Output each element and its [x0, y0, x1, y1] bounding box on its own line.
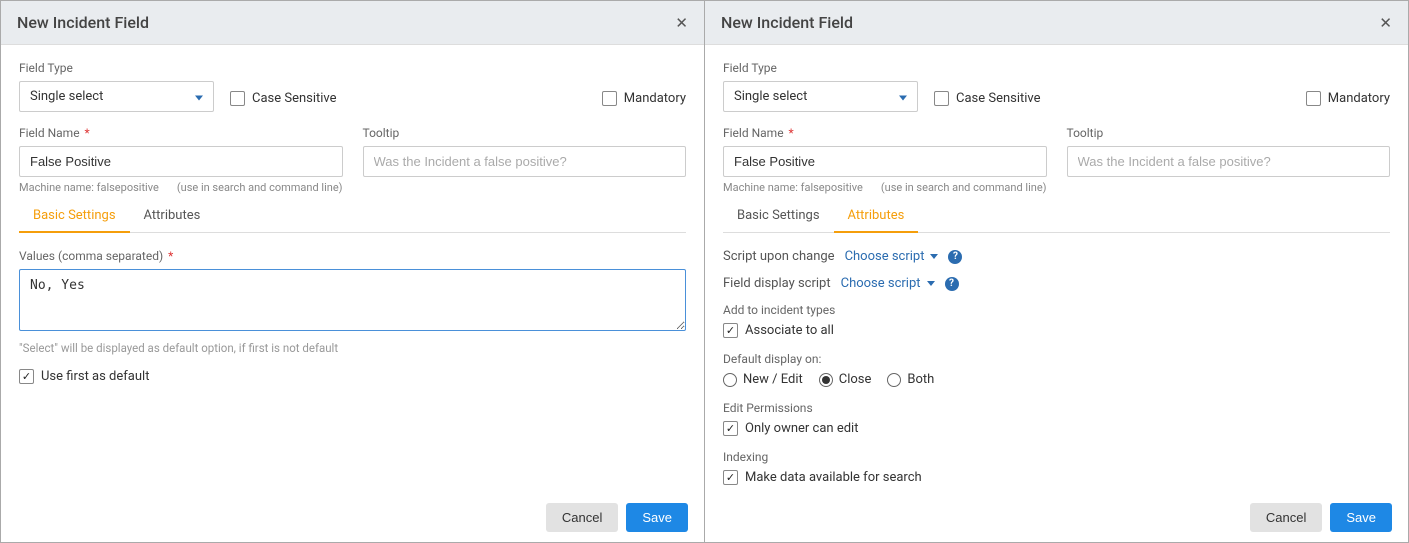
dialog-title: New Incident Field [721, 13, 853, 32]
field-type-select[interactable]: Single select [19, 81, 214, 112]
only-owner-label: Only owner can edit [745, 421, 858, 436]
tooltip-input[interactable] [1067, 146, 1391, 177]
indexing-label: Indexing [723, 450, 1390, 464]
field-name-label: Field Name * [723, 126, 1047, 140]
field-type-group: Field Type Single select [723, 61, 918, 112]
radio-both[interactable]: Both [887, 372, 934, 387]
close-icon[interactable]: ✕ [1379, 14, 1392, 32]
default-display-label: Default display on: [723, 352, 1390, 366]
tab-basic-settings[interactable]: Basic Settings [19, 200, 130, 233]
machine-name-text: Machine name: falsepositive [723, 181, 863, 194]
close-icon[interactable]: ✕ [675, 14, 688, 32]
tab-basic-settings[interactable]: Basic Settings [723, 200, 834, 233]
associate-to-all-checkbox[interactable]: Associate to all [723, 323, 834, 338]
dialog-footer: Cancel Save [1, 492, 704, 542]
field-type-label: Field Type [19, 61, 214, 75]
dialog-body: Field Type Single select Case Sensitive … [705, 45, 1408, 492]
make-search-checkbox[interactable]: Make data available for search [723, 470, 1390, 485]
use-first-default-checkbox[interactable]: Use first as default [19, 369, 149, 384]
only-owner-checkbox[interactable]: Only owner can edit [723, 421, 858, 436]
use-first-default-label: Use first as default [41, 369, 149, 384]
tab-attributes[interactable]: Attributes [130, 200, 215, 233]
case-sensitive-checkbox[interactable]: Case Sensitive [934, 91, 1041, 106]
save-button[interactable]: Save [1330, 503, 1392, 532]
dialog-footer: Cancel Save [705, 492, 1408, 542]
help-icon[interactable]: ? [945, 277, 959, 291]
machine-name-text: Machine name: falsepositive [19, 181, 159, 194]
dialog-left: New Incident Field ✕ Field Type Single s… [0, 0, 705, 543]
associate-to-all-label: Associate to all [745, 323, 834, 338]
machine-name-hint: (use in search and command line) [177, 181, 343, 194]
cancel-button[interactable]: Cancel [546, 503, 618, 532]
mandatory-checkbox[interactable]: Mandatory [602, 91, 686, 106]
choose-script-link[interactable]: Choose script [845, 249, 939, 264]
radio-close[interactable]: Close [819, 372, 872, 387]
case-sensitive-label: Case Sensitive [956, 91, 1041, 106]
save-button[interactable]: Save [626, 503, 688, 532]
radio-new-edit[interactable]: New / Edit [723, 372, 803, 387]
mandatory-label: Mandatory [624, 91, 686, 106]
choose-script-link[interactable]: Choose script [841, 276, 935, 291]
dialog-body: Field Type Single select Case Sensitive … [1, 45, 704, 492]
default-display-radio-group: New / Edit Close Both [723, 372, 1390, 387]
edit-permissions-label: Edit Permissions [723, 401, 1390, 415]
tabs: Basic Settings Attributes [723, 200, 1390, 233]
make-search-label: Make data available for search [745, 470, 922, 485]
case-sensitive-checkbox[interactable]: Case Sensitive [230, 91, 337, 106]
values-textarea[interactable] [19, 269, 686, 331]
tooltip-input[interactable] [363, 146, 687, 177]
add-to-incident-types-label: Add to incident types [723, 303, 1390, 317]
mandatory-checkbox[interactable]: Mandatory [1306, 91, 1390, 106]
dialog-right: New Incident Field ✕ Field Type Single s… [705, 0, 1409, 543]
machine-name-hint: (use in search and command line) [881, 181, 1047, 194]
mandatory-label: Mandatory [1328, 91, 1390, 106]
field-display-script-label: Field display script [723, 276, 831, 291]
cancel-button[interactable]: Cancel [1250, 503, 1322, 532]
help-icon[interactable]: ? [948, 250, 962, 264]
field-type-group: Field Type Single select [19, 61, 214, 112]
tab-attributes[interactable]: Attributes [834, 200, 919, 233]
values-label: Values (comma separated) * [19, 249, 686, 263]
values-hint: "Select" will be displayed as default op… [19, 341, 686, 355]
field-type-select[interactable]: Single select [723, 81, 918, 112]
dialog-title: New Incident Field [17, 13, 149, 32]
tabs: Basic Settings Attributes [19, 200, 686, 233]
dialog-header: New Incident Field ✕ [1, 1, 704, 45]
script-upon-change-label: Script upon change [723, 249, 835, 264]
field-type-label: Field Type [723, 61, 918, 75]
field-name-input[interactable] [723, 146, 1047, 177]
dialog-header: New Incident Field ✕ [705, 1, 1408, 45]
tooltip-label: Tooltip [363, 126, 687, 140]
case-sensitive-label: Case Sensitive [252, 91, 337, 106]
tooltip-label: Tooltip [1067, 126, 1391, 140]
field-name-input[interactable] [19, 146, 343, 177]
field-name-label: Field Name * [19, 126, 343, 140]
